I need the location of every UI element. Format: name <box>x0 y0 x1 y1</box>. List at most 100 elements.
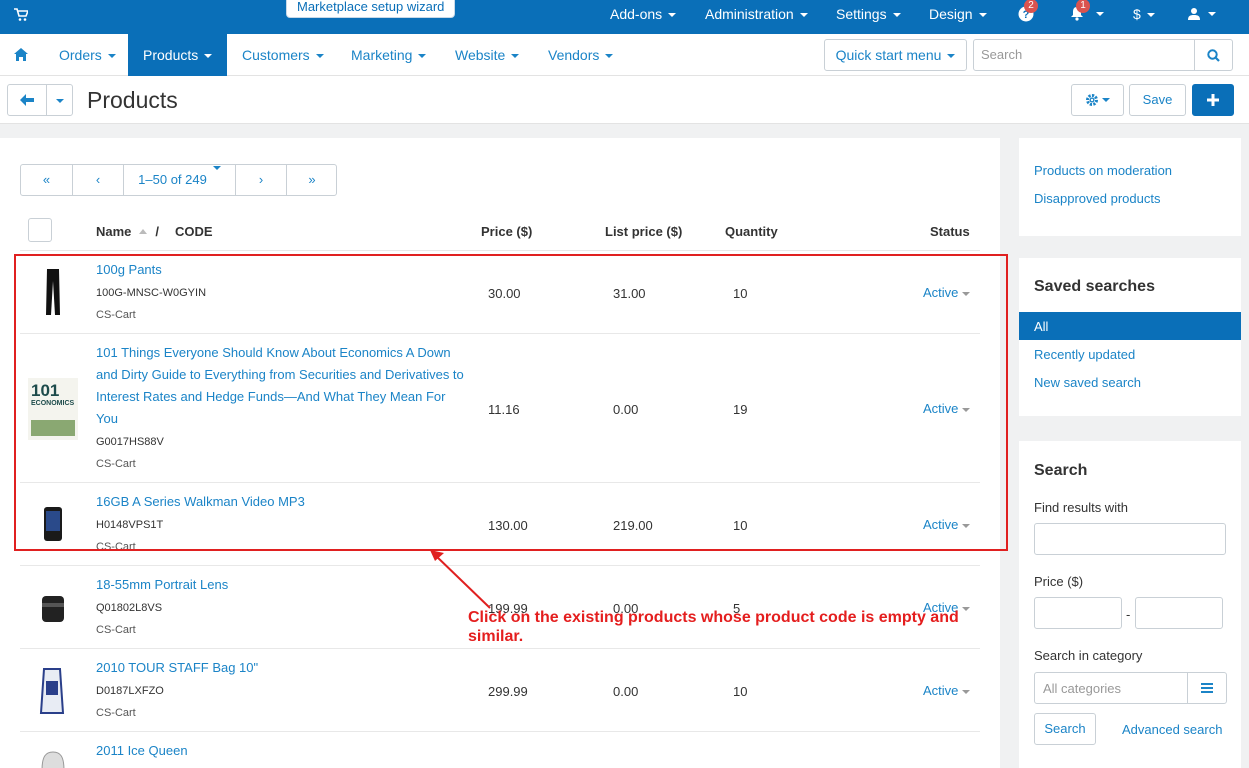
saved-search-all-label: All <box>1034 319 1049 334</box>
back-dropdown-button[interactable] <box>46 84 73 116</box>
header-status[interactable]: Status <box>930 224 970 239</box>
product-price[interactable]: 299.99 <box>488 684 528 699</box>
menu-administration[interactable]: Administration <box>705 0 808 28</box>
product-quantity[interactable]: 10 <box>733 684 747 699</box>
cart-icon[interactable] <box>14 8 28 22</box>
product-name-link[interactable]: 101 Things Everyone Should Know About Ec… <box>96 342 468 430</box>
save-button[interactable]: Save <box>1129 84 1186 116</box>
arrow-left-icon <box>20 94 34 106</box>
header-name[interactable]: Name / <box>96 224 159 239</box>
menu-design[interactable]: Design <box>929 0 987 28</box>
chevron-down-icon <box>978 13 987 18</box>
product-code: D0187LXFZO <box>96 685 164 697</box>
home-button[interactable] <box>14 34 28 76</box>
status-dropdown[interactable]: Active <box>923 517 971 532</box>
product-name-link[interactable]: 2011 Ice Queen <box>96 740 468 762</box>
nav-website[interactable]: Website <box>455 34 520 76</box>
products-on-moderation-link[interactable]: Products on moderation <box>1034 163 1172 178</box>
search-icon <box>1207 49 1220 62</box>
new-saved-search-link[interactable]: New saved search <box>1034 375 1141 390</box>
nav-products-label: Products <box>143 47 199 63</box>
product-name-link[interactable]: 18-55mm Portrait Lens <box>96 574 468 596</box>
pager-first[interactable]: « <box>21 165 73 195</box>
disapproved-products-link[interactable]: Disapproved products <box>1034 191 1160 206</box>
product-thumbnail[interactable] <box>28 592 78 626</box>
advanced-search-link[interactable]: Advanced search <box>1122 722 1222 737</box>
back-button[interactable] <box>7 84 47 116</box>
header-separator: / <box>155 224 160 239</box>
product-name-link[interactable]: 100g Pants <box>96 259 468 281</box>
header-code[interactable]: CODE <box>175 224 213 239</box>
find-results-input[interactable] <box>1034 523 1226 555</box>
product-thumbnail[interactable]: 101ECONOMICS <box>28 378 78 440</box>
quick-start-menu-button[interactable]: Quick start menu <box>824 39 967 71</box>
menu-settings[interactable]: Settings <box>836 0 901 28</box>
product-price[interactable]: 30.00 <box>488 286 521 301</box>
chevron-down-icon <box>962 407 971 412</box>
add-product-button[interactable] <box>1192 84 1234 116</box>
status-dropdown[interactable]: Active <box>923 401 971 416</box>
product-code: 100G-MNSC-W0GYIN <box>96 287 207 299</box>
table-row[interactable]: 2010 TOUR STAFF Bag 10" D0187LXFZO CS-Ca… <box>20 648 980 731</box>
product-thumbnail[interactable] <box>28 663 78 719</box>
product-quantity[interactable]: 10 <box>733 286 747 301</box>
saved-search-recently-updated[interactable]: Recently updated <box>1034 347 1135 362</box>
menu-addons[interactable]: Add-ons <box>610 0 677 28</box>
product-list-price[interactable]: 31.00 <box>613 286 646 301</box>
status-dropdown[interactable]: Active <box>923 683 971 698</box>
product-quantity[interactable]: 10 <box>733 518 747 533</box>
header-list-price[interactable]: List price ($) <box>605 224 682 239</box>
pager-next[interactable]: › <box>236 165 287 195</box>
table-row[interactable]: 16GB A Series Walkman Video MP3 H0148VPS… <box>20 482 980 565</box>
table-row[interactable]: 2011 Ice Queen <box>20 731 980 768</box>
header-quantity[interactable]: Quantity <box>725 224 778 239</box>
header-price[interactable]: Price ($) <box>481 224 532 239</box>
chevron-down-icon <box>107 54 116 59</box>
search-input[interactable]: Search <box>973 39 1195 71</box>
product-list-price[interactable]: 0.00 <box>613 684 638 699</box>
chevron-down-icon <box>1146 13 1155 18</box>
nav-orders[interactable]: Orders <box>59 34 116 76</box>
currency-menu[interactable]: $ <box>1133 0 1155 28</box>
table-row[interactable]: 100g Pants 100G-MNSC-W0GYIN CS-Cart 30.0… <box>20 250 980 333</box>
pager-prev[interactable]: ‹ <box>73 165 124 195</box>
marketplace-wizard-button[interactable]: Marketplace setup wizard <box>286 0 456 18</box>
search-button[interactable] <box>1194 39 1233 71</box>
pager-last[interactable]: » <box>287 165 337 195</box>
help-button[interactable]: ? 2 <box>1018 0 1038 28</box>
chevron-down-icon <box>1208 12 1216 16</box>
product-name-link[interactable]: 16GB A Series Walkman Video MP3 <box>96 491 468 513</box>
product-thumbnail[interactable] <box>28 746 78 768</box>
pager-range[interactable]: 1–50 of 249 <box>124 165 236 195</box>
search-category-label: Search in category <box>1034 648 1143 663</box>
product-list-price[interactable]: 0.00 <box>613 402 638 417</box>
sidebar-search-button[interactable]: Search <box>1034 713 1096 745</box>
chevron-down-icon <box>962 291 971 296</box>
table-row[interactable]: 101 ECONOMICS 101 Things Everyone Should … <box>20 333 980 482</box>
nav-products[interactable]: Products <box>128 34 228 76</box>
product-quantity[interactable]: 19 <box>733 402 747 417</box>
product-name-link[interactable]: 2010 TOUR STAFF Bag 10" <box>96 657 468 679</box>
status-dropdown[interactable]: Active <box>923 285 971 300</box>
user-menu[interactable] <box>1188 0 1218 28</box>
product-thumbnail[interactable] <box>28 505 78 543</box>
price-from-input[interactable] <box>1034 597 1122 629</box>
sort-asc-icon <box>139 229 148 234</box>
chevron-down-icon <box>605 54 614 59</box>
saved-search-all[interactable]: All <box>1019 312 1241 340</box>
settings-dropdown-button[interactable] <box>1071 84 1124 116</box>
product-list-price[interactable]: 219.00 <box>613 518 653 533</box>
pagination: « ‹ 1–50 of 249 › » <box>20 164 337 196</box>
category-picker-button[interactable] <box>1187 672 1227 704</box>
nav-customers[interactable]: Customers <box>242 34 324 76</box>
product-price[interactable]: 130.00 <box>488 518 528 533</box>
product-thumbnail[interactable] <box>28 267 78 317</box>
category-input[interactable]: All categories <box>1034 672 1188 704</box>
price-to-input[interactable] <box>1135 597 1223 629</box>
notifications-button[interactable]: 1 <box>1070 0 1106 28</box>
home-icon <box>14 48 28 61</box>
product-price[interactable]: 11.16 <box>488 402 520 417</box>
nav-vendors[interactable]: Vendors <box>548 34 614 76</box>
nav-marketing[interactable]: Marketing <box>351 34 427 76</box>
select-all-checkbox[interactable] <box>28 218 52 242</box>
